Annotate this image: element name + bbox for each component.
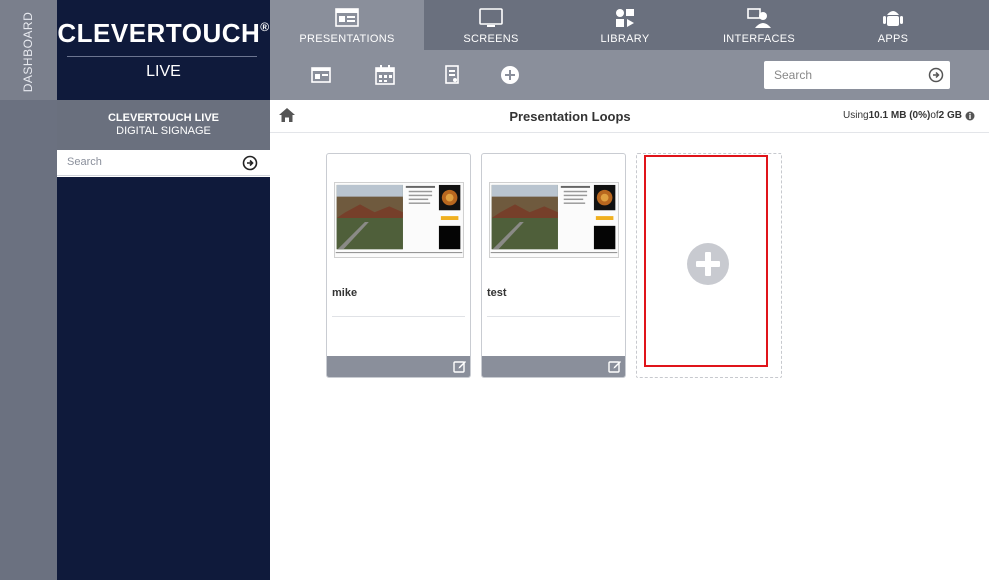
presentation-icon	[335, 8, 359, 27]
tab-library[interactable]: LIBRARY	[558, 0, 692, 50]
brand-logo: CLEVERTOUCH®	[57, 18, 270, 49]
main-header: Presentation Loops Using 10.1 MB (0%) of…	[270, 100, 989, 133]
add-circle-icon[interactable]	[686, 242, 730, 286]
card-divider	[487, 316, 620, 317]
left-panel-subtitle: DIGITAL SIGNAGE	[116, 125, 211, 137]
brand-divider	[67, 56, 257, 57]
usage-total: 2 GB	[938, 110, 962, 121]
tab-label: PRESENTATIONS	[299, 33, 395, 45]
calendar-icon[interactable]	[374, 64, 396, 86]
usage-mid: of	[930, 110, 939, 121]
presentation-thumbnail	[334, 182, 464, 258]
brand-registered-mark: ®	[260, 20, 270, 34]
left-panel-title: CLEVERTOUCH LIVE	[107, 112, 220, 124]
presentation-card[interactable]: test	[481, 153, 626, 378]
presentation-name: mike	[332, 287, 358, 299]
arrow-circle-right-icon[interactable]	[928, 67, 944, 83]
media-library-icon	[616, 9, 634, 27]
brand-name: CLEVERTOUCH	[57, 18, 261, 48]
left-panel-header: CLEVERTOUCH LIVE DIGITAL SIGNAGE	[57, 100, 270, 150]
page-icon[interactable]	[441, 64, 463, 86]
tab-screens[interactable]: SCREENS	[424, 0, 558, 50]
card-footer	[482, 356, 625, 377]
tab-presentations[interactable]: PRESENTATIONS	[270, 0, 424, 50]
edit-icon[interactable]	[608, 359, 622, 373]
arrow-circle-right-icon[interactable]	[242, 155, 258, 171]
top-search-input[interactable]	[774, 61, 914, 89]
presentation-icon[interactable]	[310, 64, 332, 86]
android-icon	[883, 11, 903, 26]
card-divider	[332, 316, 465, 317]
brand-product: LIVE	[146, 63, 181, 80]
edit-icon[interactable]	[453, 359, 467, 373]
tab-apps[interactable]: APPS	[826, 0, 960, 50]
monitor-icon	[479, 8, 503, 27]
page-title: Presentation Loops	[509, 109, 631, 124]
app-window: DASHBOARD CLEVERTOUCH® LIVE PRESENTATION…	[0, 0, 989, 580]
sub-toolbar	[270, 50, 989, 100]
dashboard-tab[interactable]: DASHBOARD	[0, 0, 57, 100]
left-panel-list	[57, 177, 270, 580]
tab-label: LIBRARY	[600, 33, 650, 45]
tab-label: SCREENS	[463, 33, 519, 45]
top-nav: PRESENTATIONS SCREENS LIBRARY INTERFACES…	[270, 0, 989, 50]
dashboard-label: DASHBOARD	[21, 11, 35, 93]
storage-usage: Using 10.1 MB (0%) of 2 GB	[843, 110, 975, 121]
usage-prefix: Using	[843, 110, 869, 121]
left-panel-search	[57, 150, 270, 176]
tab-label: APPS	[877, 33, 909, 45]
brand-block: CLEVERTOUCH® LIVE	[57, 0, 270, 100]
presentation-thumbnail	[489, 182, 619, 258]
presentation-card[interactable]: mike	[326, 153, 471, 378]
presentation-name: test	[487, 287, 507, 299]
left-search-input[interactable]	[67, 150, 227, 174]
usage-amount: 10.1 MB (0%)	[868, 110, 931, 121]
interface-user-icon	[747, 8, 771, 28]
add-circle-icon[interactable]	[499, 64, 521, 86]
tab-interfaces[interactable]: INTERFACES	[692, 0, 826, 50]
top-search-box	[764, 61, 950, 89]
info-icon[interactable]	[965, 111, 975, 121]
tab-label: INTERFACES	[722, 33, 796, 45]
card-footer	[327, 356, 470, 377]
